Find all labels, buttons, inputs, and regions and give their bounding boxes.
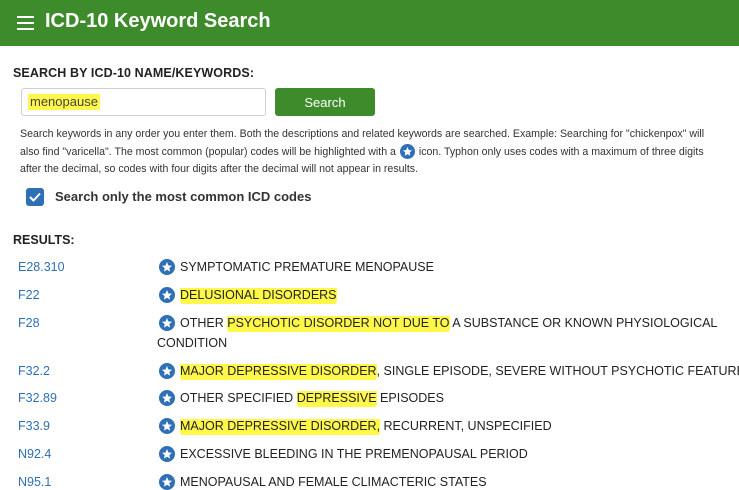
- desc-text: OTHER: [180, 316, 228, 330]
- common-codes-checkbox[interactable]: [26, 188, 44, 206]
- result-description: SYMPTOMATIC PREMATURE MENOPAUSE: [180, 260, 434, 274]
- result-description: DELUSIONAL DISORDERS: [180, 288, 337, 302]
- common-codes-label[interactable]: Search only the most common ICD codes: [55, 189, 311, 204]
- app-header: ICD-10 Keyword Search: [0, 0, 739, 46]
- star-badge-icon: [399, 143, 415, 159]
- help-line-2b: icon. Typhon only uses codes with a maxi…: [418, 145, 704, 158]
- result-code-link[interactable]: F32.2: [18, 364, 50, 378]
- search-input[interactable]: menopause: [21, 88, 266, 116]
- desc-text: OTHER SPECIFIED: [180, 391, 297, 405]
- result-description: MAJOR DEPRESSIVE DISORDER, RECURRENT, UN…: [180, 419, 552, 433]
- result-code-link[interactable]: F22: [18, 288, 40, 302]
- result-code-link[interactable]: F28: [18, 316, 40, 330]
- desc-text: SYMPTOMATIC PREMATURE MENOPAUSE: [180, 260, 434, 274]
- keyword-highlight: PSYCHOTIC DISORDER NOT DUE TO: [227, 316, 450, 330]
- hamburger-menu-icon[interactable]: [17, 16, 34, 30]
- star-badge-icon: [159, 287, 175, 303]
- keyword-highlight: MAJOR DEPRESSIVE DISORDER: [180, 364, 377, 378]
- page-title: ICD-10 Keyword Search: [45, 10, 271, 32]
- star-badge-icon: [159, 315, 175, 331]
- star-badge-icon: [159, 390, 175, 406]
- keyword-highlight: DEPRESSIVE: [296, 391, 377, 405]
- help-line-3: after the decimal, so codes with four di…: [20, 163, 419, 175]
- result-description-line2: CONDITION: [157, 336, 228, 350]
- result-code-link[interactable]: F33.9: [18, 419, 50, 433]
- desc-text: , SINGLE EPISODE, SEVERE WITHOUT PSYCHOT…: [376, 364, 739, 378]
- result-code-link[interactable]: F32.89: [18, 391, 57, 405]
- help-line-2a: also find "varicella". The most common (…: [20, 145, 396, 158]
- desc-text: RECURRENT, UNSPECIFIED: [380, 419, 552, 433]
- search-label: SEARCH BY ICD-10 NAME/KEYWORDS:: [13, 66, 255, 80]
- result-code-link[interactable]: E28.310: [18, 260, 65, 274]
- result-description: OTHER PSYCHOTIC DISORDER NOT DUE TO A SU…: [180, 316, 717, 330]
- results-label: RESULTS:: [13, 233, 75, 247]
- star-badge-icon: [159, 418, 175, 434]
- help-line-1: Search keywords in any order you enter t…: [20, 128, 705, 140]
- keyword-highlight: DELUSIONAL DISORDERS: [180, 288, 337, 302]
- result-description: EXCESSIVE BLEEDING IN THE PREMENOPAUSAL …: [180, 447, 528, 461]
- desc-text: EXCESSIVE BLEEDING IN THE PREMENOPAUSAL …: [180, 447, 528, 461]
- result-description: OTHER SPECIFIED DEPRESSIVE EPISODES: [180, 391, 444, 405]
- star-badge-icon: [159, 259, 175, 275]
- search-help-text: Search keywords in any order you enter t…: [20, 126, 739, 179]
- star-badge-icon: [159, 474, 175, 490]
- desc-text: EPISODES: [376, 391, 444, 405]
- search-button[interactable]: Search: [275, 88, 375, 116]
- result-code-link[interactable]: N92.4: [18, 447, 51, 461]
- star-badge-icon: [159, 446, 175, 462]
- result-description: MAJOR DEPRESSIVE DISORDER, SINGLE EPISOD…: [180, 364, 739, 378]
- keyword-highlight: MAJOR DEPRESSIVE DISORDER,: [180, 419, 381, 433]
- search-input-value: menopause: [28, 94, 100, 110]
- star-badge-icon: [159, 363, 175, 379]
- desc-text: A SUBSTANCE OR KNOWN PHYSIOLOGICAL: [449, 316, 718, 330]
- help-line-2: also find "varicella". The most common (…: [20, 143, 739, 162]
- checkmark-icon: [29, 192, 41, 202]
